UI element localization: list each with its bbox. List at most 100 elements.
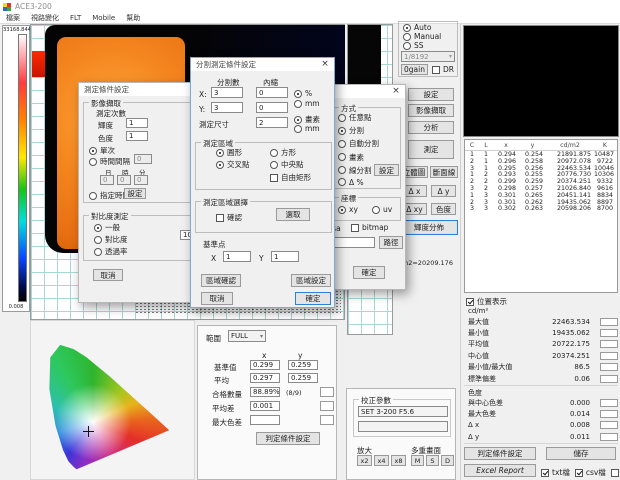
- judge-condition-button[interactable]: 判定條件設定: [464, 447, 536, 460]
- result-image-thumbnail[interactable]: [463, 25, 619, 137]
- table-row[interactable]: 23 0.3010.262 19435.0628897: [465, 199, 617, 206]
- pick-button[interactable]: 選取: [276, 208, 310, 221]
- calib-value-field-2[interactable]: [358, 421, 448, 432]
- ok-button[interactable]: 確定: [353, 266, 385, 279]
- x-inset-field[interactable]: 0: [256, 87, 288, 98]
- ok-button[interactable]: 確定: [295, 292, 331, 305]
- method-option-radio[interactable]: 分割: [338, 125, 379, 136]
- multi-screen-button[interactable]: D: [441, 455, 454, 466]
- base-x-field[interactable]: 1: [223, 251, 251, 262]
- table-row[interactable]: 31 0.2950.256 22463.53410046: [465, 165, 617, 172]
- menu-item[interactable]: 檔案: [6, 13, 20, 23]
- stat-limit-button[interactable]: [600, 318, 618, 326]
- method-option-radio[interactable]: 任意點: [338, 112, 379, 123]
- close-icon[interactable]: ×: [318, 59, 332, 70]
- cie-diagram-panel[interactable]: [30, 320, 195, 480]
- radio-transmittance[interactable]: 透過率: [94, 246, 128, 257]
- x-division-field[interactable]: 3: [211, 87, 243, 98]
- table-row[interactable]: 32 0.2980.257 21026.8409616: [465, 185, 617, 192]
- table-row[interactable]: 12 0.2930.255 20776.73010306: [465, 171, 617, 178]
- menu-item[interactable]: FLT: [70, 14, 81, 22]
- area-set-button[interactable]: 區域設定: [291, 274, 331, 287]
- stat-limit-button[interactable]: [600, 399, 618, 407]
- stat-limit-button[interactable]: [600, 421, 618, 429]
- avg-x-field[interactable]: 0.297: [250, 373, 280, 383]
- stat-limit-button[interactable]: [600, 352, 618, 360]
- size-field[interactable]: 2: [256, 117, 288, 128]
- table-row[interactable]: 13 0.3010.265 20451.1418834: [465, 192, 617, 199]
- method-option-radio[interactable]: 畫素: [338, 152, 379, 163]
- radio-mm-2[interactable]: mm: [294, 124, 320, 133]
- close-icon[interactable]: ×: [389, 86, 403, 97]
- method-set-button[interactable]: 設定: [374, 164, 399, 176]
- area-confirm-button[interactable]: 區域確認: [201, 274, 241, 287]
- time-set-button[interactable]: 設定: [124, 188, 146, 199]
- method-option-radio[interactable]: Δ %: [338, 178, 379, 187]
- chroma-button[interactable]: 色度: [431, 203, 456, 215]
- radio-mm[interactable]: mm: [294, 99, 320, 108]
- stat-limit-button[interactable]: [600, 375, 618, 383]
- chroma-count-field[interactable]: 1: [126, 131, 148, 141]
- measure-button[interactable]: 測定: [408, 140, 454, 159]
- radio-percent[interactable]: %: [294, 89, 312, 98]
- cancel-button[interactable]: 取消: [201, 292, 233, 305]
- y-division-field[interactable]: 3: [211, 102, 243, 113]
- multi-screen-button[interactable]: S: [426, 455, 439, 466]
- luminance-distribution-button[interactable]: 輝度分佈: [400, 220, 458, 235]
- dialog-title-bar[interactable]: 測定條件設定: [79, 83, 205, 96]
- max-diff-limit-box[interactable]: [320, 415, 334, 425]
- multi-screen-button[interactable]: M: [411, 455, 424, 466]
- path-button[interactable]: 路徑: [379, 236, 403, 249]
- stat-limit-button[interactable]: [600, 329, 618, 337]
- cancel-button[interactable]: 取消: [93, 269, 123, 281]
- section-button[interactable]: 斷面線: [430, 166, 458, 178]
- analyze-button[interactable]: 分析: [408, 121, 454, 134]
- confirm-checkbox[interactable]: 確認: [216, 212, 242, 223]
- table-row[interactable]: 33 0.3020.263 20598.2068700: [465, 205, 617, 212]
- position-display-checkbox[interactable]: 位置表示: [466, 296, 507, 307]
- menu-item[interactable]: 幫助: [126, 13, 140, 23]
- radio-circle[interactable]: 圓形: [216, 147, 242, 158]
- table-row[interactable]: 21 0.2960.258 20972.0789722: [465, 158, 617, 165]
- method-option-radio[interactable]: 線分割: [338, 165, 379, 176]
- radio-ss[interactable]: SS: [403, 41, 424, 50]
- radio-single[interactable]: 單次: [89, 145, 115, 156]
- radio-contrast[interactable]: 對比度: [94, 234, 128, 245]
- excel-report-button[interactable]: Excel Report: [464, 464, 536, 477]
- judge-condition-button-2[interactable]: 判定條件設定: [256, 432, 320, 445]
- lum-count-field[interactable]: 1: [126, 118, 148, 128]
- method-option-radio[interactable]: 自動分割: [338, 138, 379, 149]
- base-y-field[interactable]: 1: [271, 251, 299, 262]
- radio-center-point[interactable]: 中央點: [270, 159, 304, 170]
- menu-item[interactable]: 視路變化: [31, 13, 59, 23]
- radio-interval[interactable]: 時間間隔: [89, 156, 130, 167]
- bitmap-checkbox[interactable]: bitmap: [351, 223, 388, 232]
- zoom-button[interactable]: x8: [391, 455, 406, 466]
- table-row[interactable]: 22 0.2990.259 20374.2519332: [465, 178, 617, 185]
- radio-xy[interactable]: xy: [338, 205, 358, 214]
- table-row[interactable]: 11 0.2940.254 21891.87510487: [465, 151, 617, 158]
- shutter-select[interactable]: 1/8192 ▾: [401, 51, 455, 62]
- radio-cross-point[interactable]: 交叉點: [216, 159, 250, 170]
- radio-manual[interactable]: Manual: [403, 32, 441, 41]
- avg-y-field[interactable]: 0.259: [288, 373, 318, 383]
- zoom-button[interactable]: x4: [374, 455, 389, 466]
- settings-button[interactable]: 設定: [408, 88, 454, 101]
- avg-diff-limit-box[interactable]: [320, 401, 334, 411]
- save-button[interactable]: 儲存: [546, 447, 616, 460]
- dialog-title-bar[interactable]: 分割測定條件設定 ×: [191, 58, 334, 71]
- stat-limit-button[interactable]: [600, 433, 618, 441]
- radio-auto[interactable]: Auto: [403, 23, 431, 32]
- range-select[interactable]: FULL ▾: [228, 330, 266, 342]
- zoom-button[interactable]: x2: [357, 455, 372, 466]
- file-type-checkbox[interactable]: 影像檔: [611, 467, 620, 478]
- pass-limit-box[interactable]: [320, 387, 334, 397]
- radio-general[interactable]: 一般: [94, 222, 120, 233]
- free-rect-checkbox[interactable]: 自由矩形: [270, 172, 311, 183]
- file-type-checkbox[interactable]: txt檔: [541, 467, 570, 478]
- dr-checkbox[interactable]: DR: [432, 65, 454, 74]
- menu-item[interactable]: Mobile: [92, 14, 115, 22]
- capture-button[interactable]: 影像擷取: [408, 104, 454, 117]
- calib-value-field[interactable]: SET 3-200 F5.6: [358, 406, 448, 417]
- ref-x-field[interactable]: 0.299: [250, 360, 280, 370]
